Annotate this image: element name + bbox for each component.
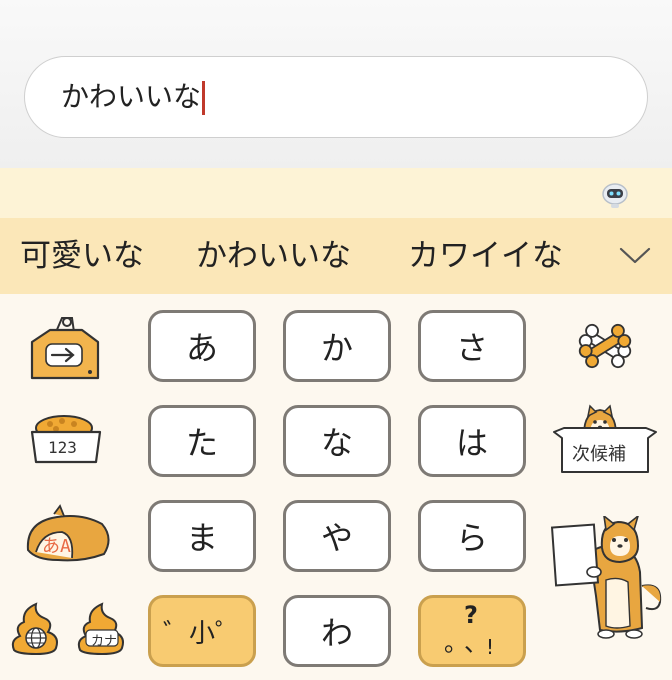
- chevron-down-icon[interactable]: [618, 240, 652, 270]
- key-ta[interactable]: た: [148, 405, 256, 477]
- assist-bar: [0, 168, 672, 218]
- candidate-3[interactable]: カワイイな: [408, 238, 563, 274]
- number-mode-label: 123: [48, 438, 77, 457]
- key-sa[interactable]: さ: [418, 310, 526, 382]
- globe-icon: [25, 627, 47, 649]
- text-caret: [202, 81, 205, 115]
- katakana-switch-key[interactable]: カナ: [74, 600, 130, 656]
- punctuation-glyphs: ? 。 、 !: [442, 601, 502, 661]
- key-dakuten[interactable]: ゛小゜: [148, 595, 256, 667]
- key-ya[interactable]: や: [283, 500, 391, 572]
- key-punctuation[interactable]: ? 。 、 !: [418, 595, 526, 667]
- exclamation-mark: !: [486, 635, 495, 659]
- kana-alpha-label: あA: [42, 536, 71, 557]
- input-area: かわいいな: [0, 0, 672, 168]
- keyboard: 123 あA カナ あ か さ た な は ま や ら ゛小゜ わ ? 。 、 …: [0, 294, 672, 680]
- input-text-value: かわいいな: [61, 79, 205, 115]
- language-switch-key[interactable]: [8, 600, 64, 656]
- cursor-move-key[interactable]: [24, 314, 104, 382]
- candidate-1[interactable]: 可愛いな: [20, 238, 144, 274]
- number-mode-key[interactable]: 123: [26, 412, 106, 468]
- key-ha[interactable]: は: [418, 405, 526, 477]
- key-a[interactable]: あ: [148, 310, 256, 382]
- kana-alpha-toggle-key[interactable]: あA: [22, 502, 112, 566]
- key-na[interactable]: な: [283, 405, 391, 477]
- question-mark: ?: [464, 601, 478, 629]
- next-candidate-label: 次候補: [572, 444, 626, 465]
- delete-key[interactable]: [576, 322, 634, 370]
- katakana-label: カナ: [91, 634, 118, 649]
- robot-icon[interactable]: [600, 180, 630, 210]
- candidate-2[interactable]: かわいいな: [196, 238, 351, 274]
- candidate-bar: 可愛いな かわいいな カワイイな: [0, 218, 672, 294]
- text-input-field[interactable]: かわいいな: [24, 56, 648, 138]
- comma-mark: 、: [464, 629, 488, 657]
- key-ra[interactable]: ら: [418, 500, 526, 572]
- key-wa[interactable]: わ: [283, 595, 391, 667]
- next-candidate-key[interactable]: 次候補: [550, 404, 660, 474]
- right-arrow-icon: [30, 317, 100, 380]
- key-ka[interactable]: か: [283, 310, 391, 382]
- shiba-holding-paper-icon: [550, 516, 662, 639]
- enter-key[interactable]: [550, 516, 668, 640]
- key-ma[interactable]: ま: [148, 500, 256, 572]
- bone-icon: [578, 323, 632, 369]
